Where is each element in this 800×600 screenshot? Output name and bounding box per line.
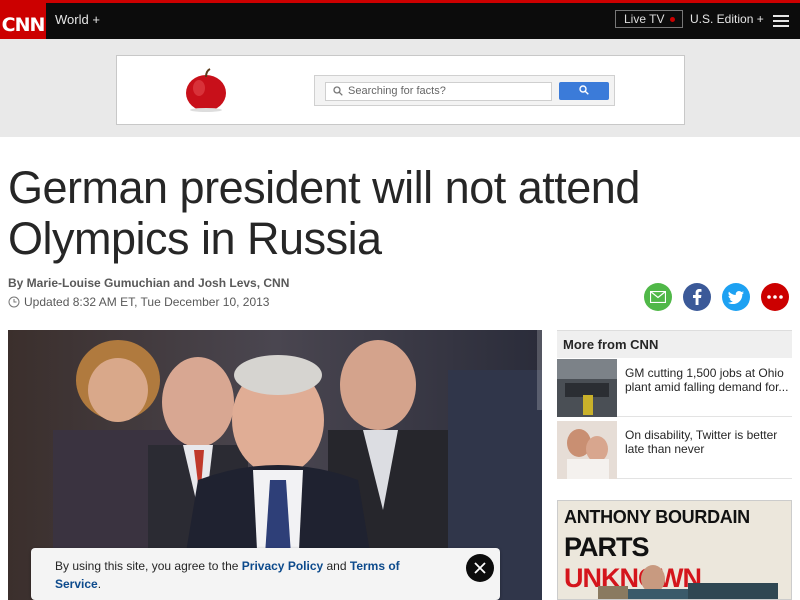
search-ad[interactable]: Searching for facts? <box>116 55 685 125</box>
page: CNN World + Live TV U.S. Edition + Searc… <box>0 0 800 600</box>
article-byline: By Marie-Louise Gumuchian and Josh Levs,… <box>8 276 290 290</box>
article-timestamp: Updated 8:32 AM ET, Tue December 10, 201… <box>8 295 269 309</box>
search-icon <box>579 85 589 95</box>
twitter-icon <box>728 290 744 304</box>
ad-banner-area: Searching for facts? <box>0 39 800 137</box>
promo-title-line1: ANTHONY BOURDAIN <box>564 507 750 527</box>
hamburger-menu-icon[interactable] <box>773 15 789 27</box>
share-facebook-button[interactable] <box>683 283 711 311</box>
ad-search-placeholder: Searching for facts? <box>348 85 446 97</box>
clock-icon <box>8 296 20 308</box>
cookie-prefix: By using this site, you agree to the <box>55 559 242 573</box>
more-dots-icon <box>767 295 783 299</box>
cookie-suffix: . <box>97 577 102 591</box>
sidebar-story-2[interactable]: On disability, Twitter is better late th… <box>557 421 792 479</box>
email-icon <box>650 291 666 303</box>
cookie-banner: By using this site, you agree to the Pri… <box>31 548 500 600</box>
top-nav: CNN World + Live TV U.S. Edition + <box>0 0 800 49</box>
photo-credit-strip <box>537 330 542 410</box>
search-icon <box>333 86 343 96</box>
parts-unknown-promo[interactable]: ANTHONY BOURDAIN PARTS UNKNOWN <box>557 500 792 600</box>
share-twitter-button[interactable] <box>722 283 750 311</box>
story-headline: GM cutting 1,500 jobs at Ohio plant amid… <box>625 366 789 394</box>
cookie-text: By using this site, you agree to the Pri… <box>55 557 435 593</box>
apple-icon <box>186 68 226 112</box>
close-icon <box>474 562 486 574</box>
ad-search-button[interactable] <box>559 82 609 100</box>
facebook-icon <box>693 289 702 305</box>
promo-illustration <box>598 565 778 599</box>
promo-parts: PARTS <box>564 532 650 562</box>
live-dot-icon <box>670 17 675 22</box>
story-headline: On disability, Twitter is better late th… <box>625 428 778 456</box>
share-more-button[interactable] <box>761 283 789 311</box>
share-email-button[interactable] <box>644 283 672 311</box>
story-thumbnail <box>557 421 617 479</box>
more-from-cnn-title: More from CNN <box>557 330 792 358</box>
edition-selector[interactable]: U.S. Edition + <box>690 12 764 26</box>
nav-world-menu[interactable]: World + <box>55 12 100 27</box>
story-thumbnail <box>557 359 617 417</box>
cookie-close-button[interactable] <box>466 554 494 582</box>
updated-text: Updated 8:32 AM ET, Tue December 10, 201… <box>24 295 270 309</box>
sidebar-story-1[interactable]: GM cutting 1,500 jobs at Ohio plant amid… <box>557 359 792 417</box>
privacy-policy-link[interactable]: Privacy Policy <box>242 559 323 573</box>
article-headline: German president will not attend Olympic… <box>8 162 640 264</box>
live-tv-label: Live TV <box>624 12 665 26</box>
live-tv-button[interactable]: Live TV <box>615 10 683 28</box>
ad-search-input[interactable]: Searching for facts? <box>325 82 552 101</box>
ad-search-box: Searching for facts? <box>314 75 615 106</box>
cookie-and: and <box>323 559 350 573</box>
